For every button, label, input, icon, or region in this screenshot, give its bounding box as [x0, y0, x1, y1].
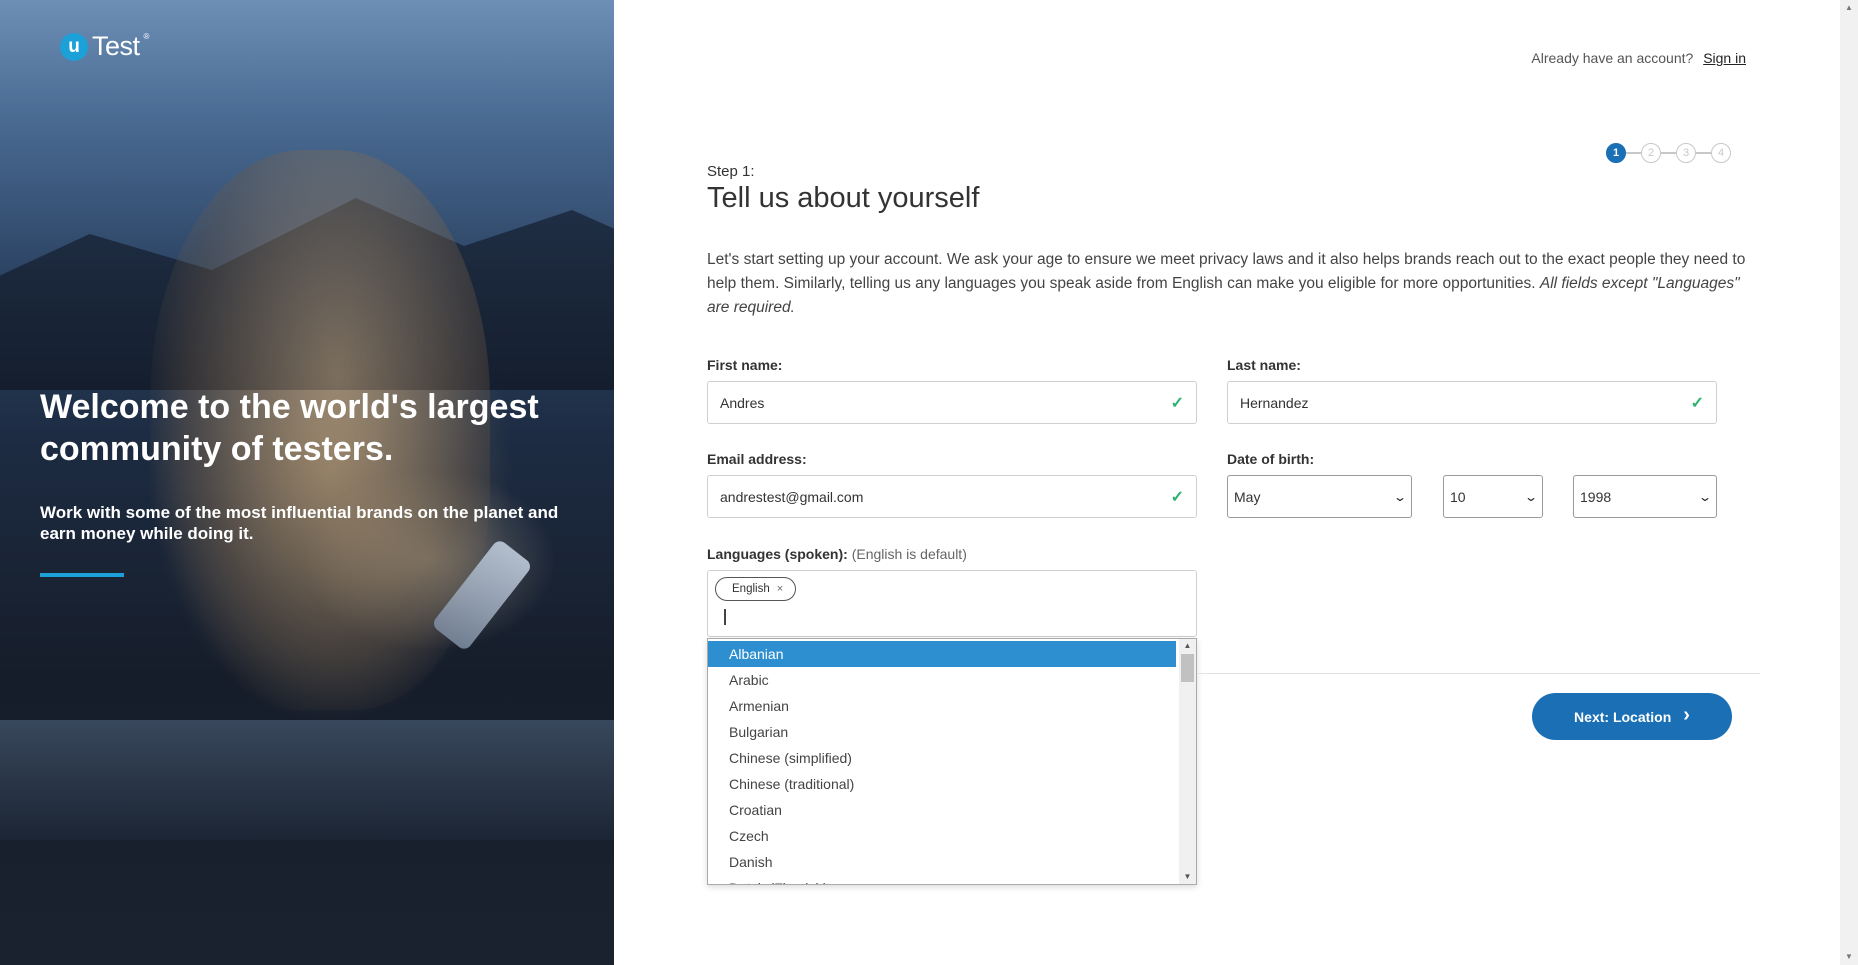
- last-name-value: Hernandez: [1240, 394, 1309, 411]
- first-name-label: First name:: [707, 357, 783, 373]
- chevron-down-icon: ⌄: [1392, 489, 1408, 504]
- logo-registered-mark: ®: [143, 32, 150, 41]
- languages-dropdown: Albanian Arabic Armenian Bulgarian Chine…: [707, 638, 1197, 885]
- dob-year-value: 1998: [1580, 488, 1612, 505]
- step-connector: [1626, 152, 1641, 154]
- signup-panel: Already have an account? Sign in 1 2 3 4…: [614, 0, 1840, 965]
- first-name-value: Andres: [720, 394, 765, 411]
- dob-month-select[interactable]: May ⌄: [1227, 475, 1412, 518]
- intro-text: Let's start setting up your account. We …: [707, 248, 1747, 320]
- hero-background-water: [0, 720, 614, 840]
- dob-month-value: May: [1234, 488, 1261, 505]
- logo-circle-icon: u: [60, 32, 88, 61]
- step-label: Step 1:: [707, 163, 755, 180]
- scroll-up-icon[interactable]: ▲: [1840, 0, 1858, 16]
- language-option[interactable]: Chinese (traditional): [708, 771, 1176, 797]
- languages-hint: (English is default): [851, 546, 967, 562]
- scroll-down-icon[interactable]: ▼: [1179, 870, 1196, 884]
- language-option[interactable]: Danish: [708, 849, 1176, 875]
- next-location-button[interactable]: Next: Location ›: [1532, 693, 1732, 740]
- language-option[interactable]: Dutch (Flemish): [708, 875, 1176, 884]
- step-connector: [1661, 152, 1676, 154]
- hero-headline: Welcome to the world's largest community…: [40, 388, 539, 468]
- language-option[interactable]: Czech: [708, 823, 1176, 849]
- languages-label: Languages (spoken): (English is default): [707, 546, 967, 562]
- scroll-up-icon[interactable]: ▲: [1179, 639, 1196, 653]
- language-option[interactable]: Bulgarian: [708, 719, 1176, 745]
- email-field[interactable]: andrestest@gmail.com ✓: [707, 475, 1197, 518]
- remove-chip-icon[interactable]: ×: [777, 583, 783, 595]
- page-title: Tell us about yourself: [707, 182, 980, 214]
- hero-accent-bar: [40, 573, 124, 577]
- account-prompt-text: Already have an account?: [1531, 50, 1694, 66]
- dob-day-select[interactable]: 10 ⌄: [1443, 475, 1543, 518]
- language-option[interactable]: Armenian: [708, 693, 1176, 719]
- scroll-down-icon[interactable]: ▼: [1840, 949, 1858, 965]
- last-name-field[interactable]: Hernandez ✓: [1227, 381, 1717, 424]
- dropdown-scrollbar[interactable]: ▲ ▼: [1179, 639, 1196, 884]
- step-connector: [1696, 152, 1711, 154]
- scroll-thumb[interactable]: [1181, 654, 1194, 682]
- hero-panel: u Test ® Welcome to the world's largest …: [0, 0, 614, 965]
- step-4-indicator: 4: [1711, 143, 1731, 163]
- sign-in-link[interactable]: Sign in: [1703, 50, 1746, 66]
- form-divider: [1198, 673, 1760, 674]
- step-1-indicator: 1: [1606, 143, 1626, 163]
- text-caret: [724, 609, 726, 625]
- dob-day-value: 10: [1450, 488, 1466, 505]
- languages-multiselect[interactable]: English ×: [707, 570, 1197, 637]
- language-option[interactable]: Croatian: [708, 797, 1176, 823]
- dob-label: Date of birth:: [1227, 451, 1315, 467]
- progress-stepper: 1 2 3 4: [1606, 143, 1731, 163]
- email-value: andrestest@gmail.com: [720, 488, 864, 505]
- dob-year-select[interactable]: 1998 ⌄: [1573, 475, 1717, 518]
- first-name-field[interactable]: Andres ✓: [707, 381, 1197, 424]
- valid-check-icon: ✓: [1170, 488, 1184, 506]
- languages-option-list: Albanian Arabic Armenian Bulgarian Chine…: [708, 641, 1176, 884]
- language-option[interactable]: Arabic: [708, 667, 1176, 693]
- language-option[interactable]: Chinese (simplified): [708, 745, 1176, 771]
- logo-text: Test: [92, 31, 140, 61]
- valid-check-icon: ✓: [1170, 394, 1184, 412]
- valid-check-icon: ✓: [1690, 394, 1704, 412]
- hero-subheadline: Work with some of the most influential b…: [40, 503, 559, 543]
- step-3-indicator: 3: [1676, 143, 1696, 163]
- last-name-label: Last name:: [1227, 357, 1301, 373]
- page-scrollbar[interactable]: ▲ ▼: [1840, 0, 1858, 965]
- chevron-right-icon: ›: [1683, 704, 1690, 726]
- language-option[interactable]: Albanian: [708, 641, 1176, 667]
- chevron-down-icon: ⌄: [1523, 489, 1539, 504]
- languages-label-text: Languages (spoken):: [707, 546, 848, 562]
- step-2-indicator: 2: [1641, 143, 1661, 163]
- sign-in-prompt: Already have an account? Sign in: [1531, 50, 1746, 66]
- chevron-down-icon: ⌄: [1697, 489, 1713, 504]
- email-label: Email address:: [707, 451, 807, 467]
- next-button-label: Next: Location: [1574, 708, 1672, 725]
- language-chip-english: English ×: [715, 577, 797, 601]
- utest-logo[interactable]: u Test ®: [60, 31, 149, 62]
- language-chip-label: English: [732, 583, 770, 595]
